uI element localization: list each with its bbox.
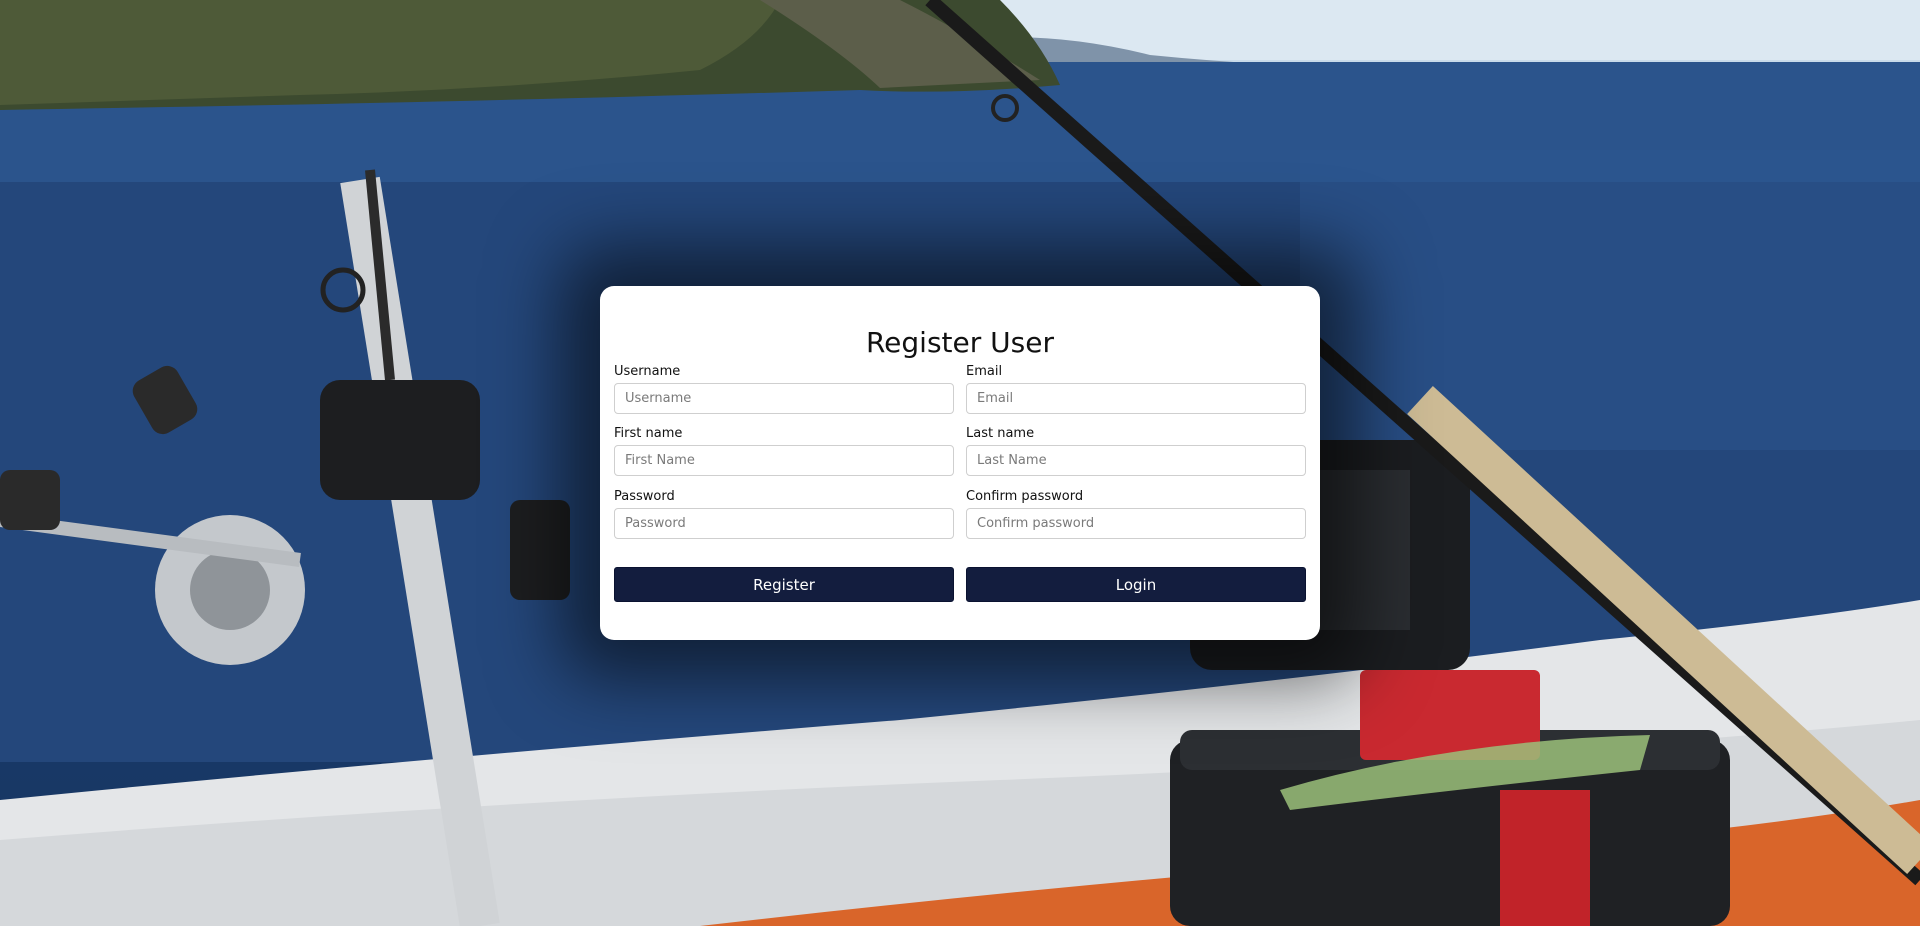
confirm-password-label: Confirm password — [966, 489, 1084, 504]
password-input[interactable] — [614, 508, 954, 539]
username-field-group: Username — [614, 364, 954, 414]
email-field-group: Email — [966, 364, 1306, 414]
password-field-group: Password — [614, 489, 954, 539]
background-scene: Register User Username Email First name … — [0, 0, 1920, 926]
confirm-password-field-group: Confirm password — [966, 489, 1306, 539]
email-label: Email — [966, 364, 1003, 379]
last-name-field-group: Last name — [966, 426, 1306, 476]
last-name-input[interactable] — [966, 445, 1306, 476]
login-button[interactable]: Login — [966, 567, 1306, 602]
confirm-password-input[interactable] — [966, 508, 1306, 539]
email-input[interactable] — [966, 383, 1306, 414]
last-name-label: Last name — [966, 426, 1035, 441]
password-label: Password — [614, 489, 675, 504]
first-name-field-group: First name — [614, 426, 954, 476]
username-label: Username — [614, 364, 681, 379]
username-input[interactable] — [614, 383, 954, 414]
first-name-label: First name — [614, 426, 683, 441]
register-card: Register User Username Email First name … — [600, 286, 1320, 640]
page-title: Register User — [865, 326, 1054, 359]
first-name-input[interactable] — [614, 445, 954, 476]
register-button[interactable]: Register — [614, 567, 954, 602]
